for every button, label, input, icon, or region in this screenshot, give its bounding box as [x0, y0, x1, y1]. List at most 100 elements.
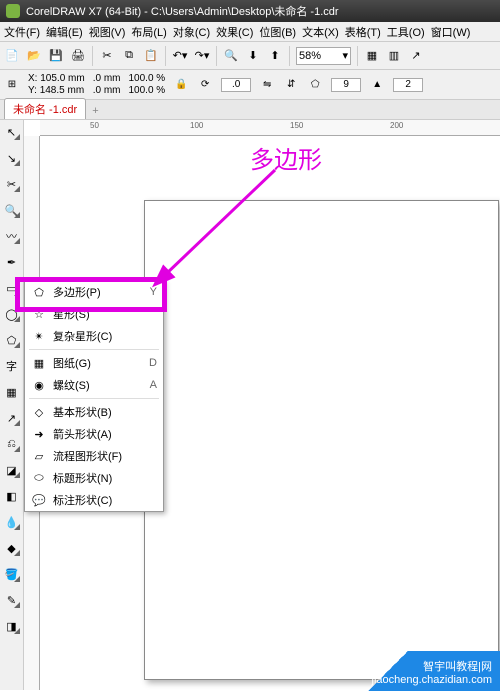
flyout-callout-shapes[interactable]: 💬 标注形状(C)	[25, 489, 163, 511]
menu-text[interactable]: 文本(X)	[302, 24, 339, 40]
tab-label: 未命名 -1.cdr	[13, 104, 77, 116]
eyedropper-tool[interactable]: 💧	[2, 512, 22, 532]
transparency-tool[interactable]: ◧	[2, 486, 22, 506]
zoom-tool[interactable]: 🔍	[2, 200, 22, 220]
flyout-flowchart-shapes[interactable]: ▱ 流程图形状(F)	[25, 445, 163, 467]
connector-tool[interactable]: ⎌	[2, 434, 22, 454]
polygon-flyout: ⬠ 多边形(P) Y ☆ 星形(S) ✴ 复杂星形(C) ▦ 图纸(G) D ◉…	[24, 280, 164, 512]
x-value: 105.0 mm	[40, 73, 84, 84]
menu-edit[interactable]: 编辑(E)	[46, 24, 83, 40]
open-icon[interactable]: 📂	[26, 48, 42, 64]
menu-object[interactable]: 对象(C)	[173, 24, 210, 40]
width-value: .0 mm	[93, 73, 121, 85]
menu-table[interactable]: 表格(T)	[345, 24, 381, 40]
redo-icon[interactable]: ↷▾	[194, 48, 210, 64]
rotation-input[interactable]	[221, 78, 251, 92]
page	[144, 200, 499, 680]
new-icon[interactable]: 📄	[4, 48, 20, 64]
menu-effect[interactable]: 效果(C)	[216, 24, 253, 40]
spiral-icon: ◉	[31, 377, 47, 393]
undo-icon[interactable]: ↶▾	[172, 48, 188, 64]
export-icon[interactable]: ⬆	[267, 48, 283, 64]
flyout-label: 多边形(P)	[53, 284, 137, 300]
table-tool[interactable]: ▦	[2, 382, 22, 402]
outline-tool[interactable]: ✎	[2, 590, 22, 610]
graph-paper-icon: ▦	[31, 355, 47, 371]
arrow-shapes-icon: ➜	[31, 426, 47, 442]
polygon-tool[interactable]: ⬠	[2, 330, 22, 350]
flyout-label: 标题形状(N)	[53, 470, 157, 486]
flowchart-shapes-icon: ▱	[31, 448, 47, 464]
pick-tool[interactable]: ↖	[2, 122, 22, 142]
launch-icon[interactable]: ↗	[408, 48, 424, 64]
mirror-v-icon[interactable]: ⇵	[283, 77, 299, 93]
separator	[165, 46, 166, 66]
menu-tools[interactable]: 工具(O)	[387, 24, 425, 40]
shape-tool[interactable]: ↘	[2, 148, 22, 168]
fill-tool[interactable]: ◨	[2, 616, 22, 636]
snap-icon[interactable]: ▦	[364, 48, 380, 64]
document-tabbar: 未命名 -1.cdr +	[0, 100, 500, 120]
menu-bitmap[interactable]: 位图(B)	[259, 24, 296, 40]
menu-view[interactable]: 视图(V)	[89, 24, 126, 40]
search-icon[interactable]: 🔍	[223, 48, 239, 64]
flyout-graph-paper[interactable]: ▦ 图纸(G) D	[25, 352, 163, 374]
flyout-complex-star[interactable]: ✴ 复杂星形(C)	[25, 325, 163, 347]
window-title: CorelDRAW X7 (64-Bit) - C:\Users\Admin\D…	[26, 3, 339, 19]
paste-icon[interactable]: 📋	[143, 48, 159, 64]
flyout-polygon[interactable]: ⬠ 多边形(P) Y	[25, 281, 163, 303]
ruler-horizontal: 50 100 150 200	[40, 120, 500, 136]
watermark-line1: 智宇叫教程|网	[423, 661, 492, 674]
flyout-shortcut: Y	[143, 286, 157, 298]
flyout-star[interactable]: ☆ 星形(S)	[25, 303, 163, 325]
mirror-h-icon[interactable]: ⇋	[259, 77, 275, 93]
save-icon[interactable]: 💾	[48, 48, 64, 64]
separator	[357, 46, 358, 66]
separator	[92, 46, 93, 66]
smart-fill-tool[interactable]: 🪣	[2, 564, 22, 584]
flyout-label: 箭头形状(A)	[53, 426, 157, 442]
menu-window[interactable]: 窗口(W)	[431, 24, 471, 40]
menu-file[interactable]: 文件(F)	[4, 24, 40, 40]
flyout-arrow-shapes[interactable]: ➜ 箭头形状(A)	[25, 423, 163, 445]
import-icon[interactable]: ⬇	[245, 48, 261, 64]
flyout-banner-shapes[interactable]: ⬭ 标题形状(N)	[25, 467, 163, 489]
watermark-line2: jiaocheng.chazidian.com	[372, 674, 492, 687]
flyout-label: 复杂星形(C)	[53, 328, 137, 344]
callout-shapes-icon: 💬	[31, 492, 47, 508]
flyout-label: 图纸(G)	[53, 355, 137, 371]
separator	[216, 46, 217, 66]
work-area: ↖ ↘ ✂ 🔍 〰 ✒ ▭ ◯ ⬠ 字 ▦ ↗ ⎌ ◪ ◧ 💧 ◆ 🪣 ✎ ◨ …	[0, 120, 500, 690]
copy-icon[interactable]: ⧉	[121, 48, 137, 64]
scale-x-value: 100.0	[128, 73, 153, 84]
interactive-fill-tool[interactable]: ◆	[2, 538, 22, 558]
flyout-basic-shapes[interactable]: ◇ 基本形状(B)	[25, 401, 163, 423]
menu-layout[interactable]: 布局(L)	[131, 24, 166, 40]
sharpness-input[interactable]	[393, 78, 423, 92]
tab-document[interactable]: 未命名 -1.cdr	[4, 98, 86, 119]
separator	[289, 46, 290, 66]
flyout-label: 流程图形状(F)	[53, 448, 157, 464]
complex-star-icon: ✴	[31, 328, 47, 344]
position-readout: X: 105.0 mm Y: 148.5 mm	[28, 73, 85, 97]
ellipse-tool[interactable]: ◯	[2, 304, 22, 324]
artistic-media-tool[interactable]: ✒	[2, 252, 22, 272]
cut-icon[interactable]: ✂	[99, 48, 115, 64]
flyout-spiral[interactable]: ◉ 螺纹(S) A	[25, 374, 163, 396]
lock-ratio-icon[interactable]: 🔒	[173, 77, 189, 93]
sides-input[interactable]	[331, 78, 361, 92]
chevron-down-icon: ▾	[342, 49, 348, 62]
tab-add[interactable]: +	[86, 103, 104, 119]
rectangle-tool[interactable]: ▭	[2, 278, 22, 298]
crop-tool[interactable]: ✂	[2, 174, 22, 194]
print-icon[interactable]: 🖨	[70, 48, 86, 64]
drop-shadow-tool[interactable]: ◪	[2, 460, 22, 480]
scale-y-value: 100.0	[128, 85, 153, 96]
freehand-tool[interactable]: 〰	[2, 226, 22, 246]
zoom-select[interactable]: 58%▾	[296, 47, 351, 65]
x-label: X:	[28, 73, 40, 84]
dimension-tool[interactable]: ↗	[2, 408, 22, 428]
options-icon[interactable]: ▥	[386, 48, 402, 64]
flyout-shortcut: A	[143, 379, 157, 391]
text-tool[interactable]: 字	[2, 356, 22, 376]
